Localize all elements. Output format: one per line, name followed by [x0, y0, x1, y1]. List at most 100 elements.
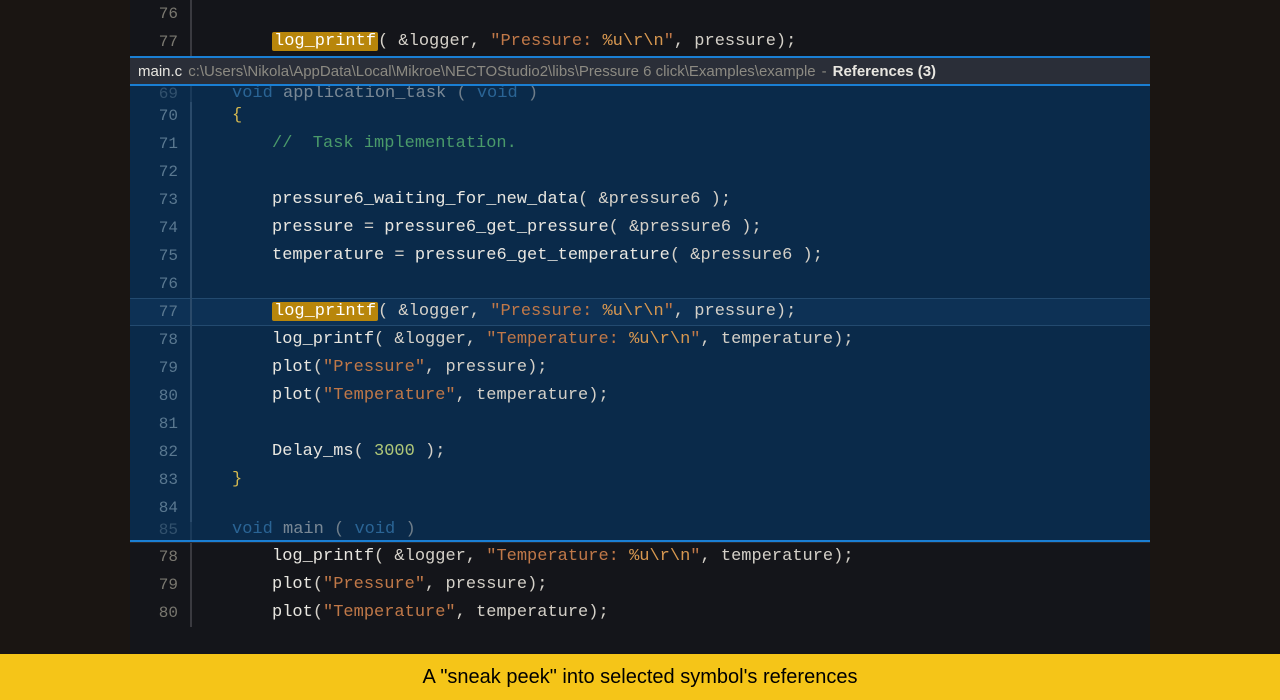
line-number: 74: [130, 214, 190, 242]
code-token: (: [334, 520, 354, 539]
gutter: [190, 410, 192, 438]
line-number: 78: [130, 543, 190, 571]
code-token: (: [313, 386, 323, 405]
code-token: plot: [272, 603, 313, 622]
code-line[interactable]: 78 log_printf( &logger, "Temperature: %u\…: [130, 543, 1150, 571]
code-token: =: [364, 218, 374, 237]
code-token: , temperature);: [701, 330, 854, 349]
code-token: pressure6_get_pressure: [374, 218, 609, 237]
code-token: (: [313, 575, 323, 594]
code-token: ( &logger,: [374, 547, 486, 566]
code-token: ): [518, 86, 538, 103]
code-token: , temperature);: [701, 547, 854, 566]
code-token: "Pressure": [323, 358, 425, 377]
code-line[interactable]: 71// Task implementation.: [130, 130, 1150, 158]
line-number: 79: [130, 354, 190, 382]
code-line[interactable]: 81: [130, 410, 1150, 438]
line-number: 76: [130, 270, 190, 298]
code-token: ": [664, 32, 674, 51]
code-token: (: [313, 603, 323, 622]
line-number: 83: [130, 466, 190, 494]
code-token: }: [232, 470, 242, 489]
references-path: c:\Users\Nikola\AppData\Local\Mikroe\NEC…: [188, 63, 815, 80]
code-token: "Pressure": [323, 575, 425, 594]
code-token: // Task implementation.: [272, 134, 517, 153]
code-token: (: [456, 86, 476, 103]
code-token: ": [690, 547, 700, 566]
code-line[interactable]: 76: [130, 270, 1150, 298]
code-token: , pressure);: [674, 32, 796, 51]
code-text: plot("Temperature", temperature);: [192, 382, 609, 410]
code-token: "Pressure:: [490, 302, 602, 321]
code-line[interactable]: 83}: [130, 466, 1150, 494]
code-token: %u\r\n: [629, 330, 690, 349]
code-token: log_printf: [272, 330, 374, 349]
code-line[interactable]: 80plot("Temperature", temperature);: [130, 599, 1150, 627]
references-file: main.c: [138, 63, 182, 80]
code-line[interactable]: 79plot("Pressure", pressure);: [130, 354, 1150, 382]
code-token: void: [477, 86, 518, 103]
code-line[interactable]: 69void application_task ( void ): [130, 86, 1150, 102]
caption-bar: A "sneak peek" into selected symbol's re…: [0, 654, 1280, 700]
gutter: [190, 270, 192, 298]
code-line[interactable]: 74 pressure = pressure6_get_pressure( &pr…: [130, 214, 1150, 242]
code-token: ( &logger,: [374, 330, 486, 349]
line-number: 80: [130, 382, 190, 410]
line-number: 77: [130, 298, 190, 326]
code-token: log_printf: [272, 547, 374, 566]
code-token: ( &pressure6 );: [609, 218, 762, 237]
code-line[interactable]: 77log_printf( &logger, "Pressure: %u\r\n…: [130, 28, 1150, 56]
code-token: , temperature);: [456, 603, 609, 622]
code-token: =: [394, 246, 404, 265]
code-token: plot: [272, 358, 313, 377]
code-line[interactable]: 80plot("Temperature", temperature);: [130, 382, 1150, 410]
code-token: log_printf: [272, 32, 378, 51]
code-token: void: [232, 86, 273, 103]
gutter: [190, 0, 192, 28]
code-text: Delay_ms( 3000 );: [192, 438, 445, 466]
line-number: 77: [130, 28, 190, 56]
line-number: 76: [130, 0, 190, 28]
code-token: "Temperature:: [486, 547, 629, 566]
code-line[interactable]: 85void main ( void ): [130, 522, 1150, 538]
code-line[interactable]: 73pressure6_waiting_for_new_data( &press…: [130, 186, 1150, 214]
code-text: log_printf( &logger, "Temperature: %u\r\…: [192, 326, 854, 354]
code-editor[interactable]: 7677log_printf( &logger, "Pressure: %u\r…: [130, 0, 1150, 654]
code-line[interactable]: 82Delay_ms( 3000 );: [130, 438, 1150, 466]
code-token: ( &pressure6 );: [670, 246, 823, 265]
code-token: %u\r\n: [629, 547, 690, 566]
code-token: ( &logger,: [378, 302, 490, 321]
code-line[interactable]: 79 plot("Pressure", pressure);: [130, 571, 1150, 599]
code-token: pressure: [272, 218, 364, 237]
code-text: log_printf( &logger, "Pressure: %u\r\n",…: [192, 298, 796, 326]
code-token: plot: [272, 575, 313, 594]
code-line[interactable]: 76: [130, 0, 1150, 28]
code-token: ": [690, 330, 700, 349]
code-line[interactable]: 72: [130, 158, 1150, 186]
main-editor-top[interactable]: 7677log_printf( &logger, "Pressure: %u\r…: [130, 0, 1150, 56]
code-token: , pressure);: [425, 575, 547, 594]
main-editor-bottom[interactable]: 78 log_printf( &logger, "Temperature: %u\…: [130, 542, 1150, 652]
code-line[interactable]: 78log_printf( &logger, "Temperature: %u\…: [130, 326, 1150, 354]
code-token: void: [232, 520, 273, 539]
code-text: // Task implementation.: [192, 130, 517, 158]
code-token: "Temperature:: [486, 330, 629, 349]
references-header[interactable]: main.c c:\Users\Nikola\AppData\Local\Mik…: [130, 56, 1150, 86]
line-number: 79: [130, 571, 190, 599]
line-number: 72: [130, 158, 190, 186]
line-number: 82: [130, 438, 190, 466]
code-text: void main ( void ): [192, 516, 416, 542]
code-text: plot("Temperature", temperature);: [192, 599, 609, 627]
line-number: 81: [130, 410, 190, 438]
line-number: 73: [130, 186, 190, 214]
code-line[interactable]: 75temperature = pressure6_get_temperatur…: [130, 242, 1150, 270]
code-text: }: [192, 466, 242, 494]
code-token: {: [232, 106, 242, 125]
code-token: );: [415, 442, 446, 461]
code-token: ( &logger,: [378, 32, 490, 51]
code-token: main: [273, 520, 334, 539]
references-sep: -: [822, 63, 827, 80]
code-line[interactable]: 77log_printf( &logger, "Pressure: %u\r\n…: [130, 298, 1150, 326]
peek-references-panel[interactable]: 69void application_task ( void )70{71// …: [130, 86, 1150, 542]
code-text: temperature = pressure6_get_temperature(…: [192, 242, 823, 270]
